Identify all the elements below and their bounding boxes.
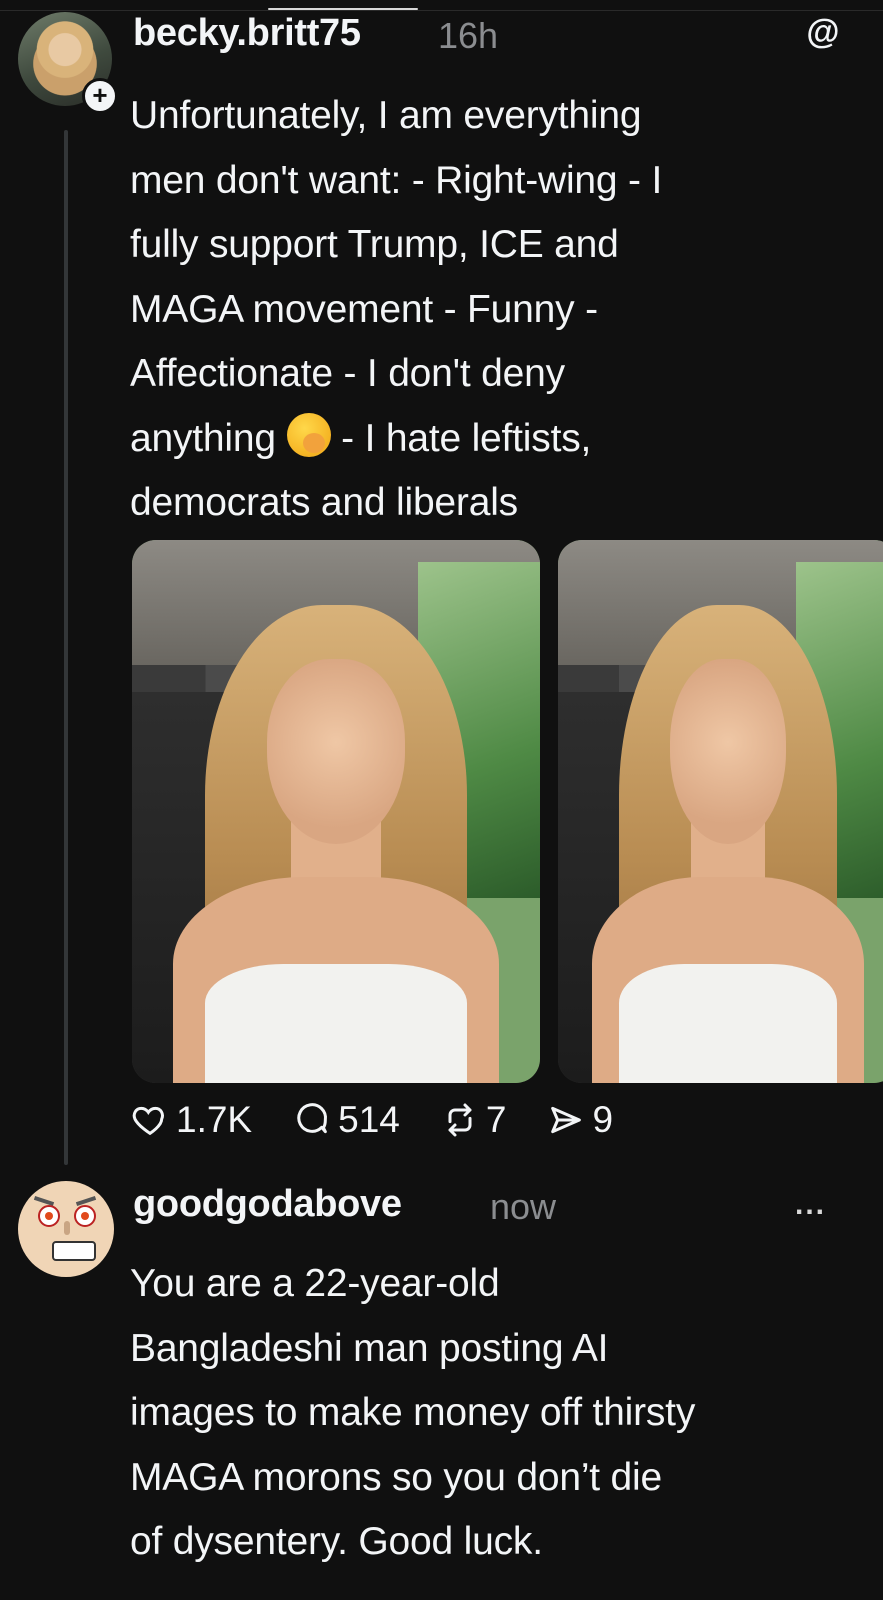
post-line: MAGA movement - Funny -	[130, 287, 598, 331]
reply-line: Bangladeshi man posting AI	[130, 1326, 609, 1370]
thread-line	[64, 130, 68, 1165]
post-line-prefix: anything	[130, 416, 276, 460]
post-text: Unfortunately, I am everything men don't…	[130, 84, 850, 536]
reply-line: You are a 22-year-old	[130, 1262, 500, 1305]
share-count: 9	[592, 1099, 614, 1140]
action-bar: 1.7K 514 7 9	[130, 1092, 653, 1148]
reply-button[interactable]: 514	[292, 1099, 400, 1141]
post-line: fully support Trump, ICE and	[130, 223, 619, 266]
reply-line: MAGA morons so you don’t die	[130, 1455, 663, 1499]
reply-avatar[interactable]	[18, 1181, 114, 1277]
plus-icon[interactable]: +	[82, 78, 118, 114]
reply-username[interactable]: goodgodabove	[133, 1183, 402, 1226]
share-button[interactable]: 9	[546, 1099, 613, 1141]
post-time: 16h	[438, 15, 499, 56]
like-count: 1.7K	[176, 1099, 253, 1140]
post-image[interactable]	[558, 540, 883, 1083]
post-image[interactable]	[132, 540, 540, 1083]
repost-button[interactable]: 7	[440, 1099, 507, 1141]
heart-icon	[130, 1100, 170, 1140]
repost-icon	[440, 1100, 480, 1140]
post-line: men don't want: - Right-wing - I	[130, 158, 663, 202]
more-options-icon[interactable]: ...	[795, 1188, 826, 1222]
reply-text: You are a 22-year-old Bangladeshi man po…	[130, 1252, 870, 1575]
like-button[interactable]: 1.7K	[130, 1099, 252, 1141]
send-icon	[546, 1100, 586, 1140]
reply-count: 514	[338, 1099, 400, 1140]
post-username[interactable]: becky.britt75	[133, 12, 361, 55]
post-line: anything - I hate leftists,	[130, 407, 850, 472]
post-line: democrats and liberals	[130, 481, 518, 524]
post-line-suffix: - I hate leftists,	[341, 416, 592, 460]
comment-icon	[292, 1100, 332, 1140]
repost-count: 7	[485, 1099, 507, 1140]
reply-line: images to make money off thirsty	[130, 1391, 696, 1434]
reply-time: now	[490, 1186, 557, 1227]
post-line: Affectionate - I don't deny	[130, 352, 565, 395]
top-divider	[0, 10, 883, 11]
reply-line: of dysentery. Good luck.	[130, 1520, 543, 1563]
threads-logo-icon[interactable]: @	[805, 14, 841, 50]
post-line: Unfortunately, I am everything	[130, 94, 642, 137]
emoji-icon	[286, 412, 331, 457]
